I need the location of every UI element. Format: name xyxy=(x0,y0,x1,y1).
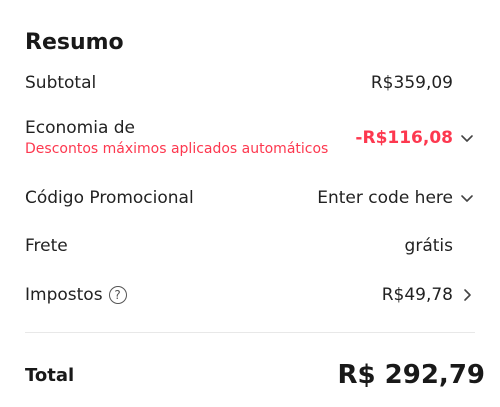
total-value: R$ 292,79 xyxy=(337,360,486,390)
promo-code-row[interactable]: Código Promocional Enter code here xyxy=(25,188,475,208)
savings-value: -R$116,08 xyxy=(355,127,453,148)
chevron-down-icon[interactable] xyxy=(459,190,475,206)
shipping-row: Frete grátis xyxy=(25,236,475,256)
subtotal-row: Subtotal R$359,09 xyxy=(25,73,475,93)
shipping-label: Frete xyxy=(25,236,68,256)
chevron-right-icon[interactable] xyxy=(459,287,475,303)
chevron-down-icon[interactable] xyxy=(459,130,475,146)
promo-code-input[interactable]: Enter code here xyxy=(317,188,453,208)
divider xyxy=(25,332,475,333)
subtotal-label: Subtotal xyxy=(25,73,97,93)
taxes-value: R$49,78 xyxy=(381,285,453,305)
promo-code-label: Código Promocional xyxy=(25,188,194,208)
savings-label: Economia de xyxy=(25,118,136,138)
shipping-value: grátis xyxy=(404,236,453,256)
total-label: Total xyxy=(25,364,75,386)
savings-row[interactable]: Economia de Descontos máximos aplicados … xyxy=(25,118,475,157)
total-row: Total R$ 292,79 xyxy=(25,360,485,390)
subtotal-value: R$359,09 xyxy=(370,73,453,93)
taxes-label: Impostos xyxy=(25,285,103,305)
summary-title: Resumo xyxy=(25,30,124,55)
order-summary-card: Resumo Subtotal R$359,09 Economia de Des… xyxy=(0,0,500,407)
savings-note: Descontos máximos aplicados automáticos xyxy=(25,141,329,157)
help-circle-icon[interactable]: ? xyxy=(108,286,127,304)
taxes-row[interactable]: Impostos ? R$49,78 xyxy=(25,285,475,305)
